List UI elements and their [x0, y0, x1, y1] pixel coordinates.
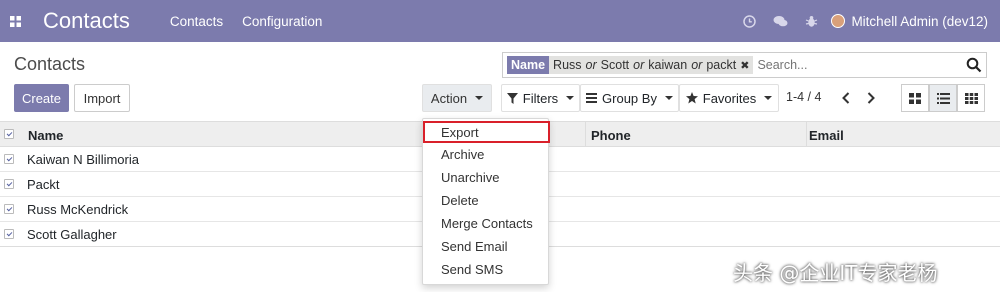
- facet-value: Scott: [600, 58, 630, 72]
- column-divider: [806, 122, 807, 147]
- action-button[interactable]: Action: [422, 84, 492, 112]
- select-all-checkbox[interactable]: [4, 129, 14, 139]
- row-name: Russ McKendrick: [27, 202, 129, 217]
- pager-value[interactable]: 1-4 / 4: [786, 90, 821, 104]
- column-header-name[interactable]: Name: [28, 128, 63, 143]
- chevron-left-icon: [842, 92, 850, 104]
- search-icon[interactable]: [966, 57, 982, 73]
- breadcrumb: Contacts: [14, 54, 86, 74]
- caret-down-icon: [664, 96, 673, 100]
- list-view-button[interactable]: [929, 84, 957, 112]
- star-icon: [685, 92, 698, 104]
- list-icon: [936, 92, 950, 104]
- row-name: Packt: [27, 177, 60, 192]
- menu-item-unarchive[interactable]: Unarchive: [423, 166, 550, 188]
- grid-view-button[interactable]: [957, 84, 985, 112]
- next-page-button[interactable]: [860, 84, 882, 112]
- facet-separator: or: [633, 58, 645, 72]
- menu-item-send-email[interactable]: Send Email: [423, 235, 550, 257]
- avatar: [831, 14, 846, 28]
- import-button[interactable]: Import: [74, 84, 130, 112]
- user-name: Mitchell Admin (dev12): [851, 13, 988, 29]
- search-bar[interactable]: Name Russ or Scott or kaiwan or packt ✖: [502, 52, 987, 78]
- menu-configuration[interactable]: Configuration: [242, 14, 322, 29]
- menu-item-delete[interactable]: Delete: [423, 189, 550, 211]
- row-checkbox[interactable]: [4, 229, 14, 239]
- groupby-button[interactable]: Group By: [580, 84, 679, 112]
- previous-page-button[interactable]: [835, 84, 857, 112]
- top-navbar: Contacts Contacts Configuration Mitchell…: [0, 0, 1000, 42]
- grid-icon: [9, 15, 21, 27]
- groupby-label: Group By: [602, 90, 657, 106]
- menu-item-merge-contacts[interactable]: Merge Contacts: [423, 212, 550, 234]
- kanban-view-button[interactable]: [901, 84, 929, 112]
- search-facet: Name Russ or Scott or kaiwan or packt ✖: [507, 56, 754, 74]
- column-divider: [585, 122, 586, 147]
- facet-separator: or: [585, 58, 597, 72]
- caret-down-icon: [764, 96, 773, 100]
- row-name: Scott Gallagher: [27, 227, 117, 242]
- row-checkbox[interactable]: [4, 204, 14, 214]
- column-header-phone[interactable]: Phone: [591, 128, 631, 143]
- facet-value: kaiwan: [648, 58, 688, 72]
- search-input[interactable]: [757, 58, 948, 72]
- row-checkbox[interactable]: [4, 179, 14, 189]
- create-button[interactable]: Create: [14, 84, 69, 112]
- bug-icon[interactable]: [796, 0, 827, 42]
- menu-contacts[interactable]: Contacts: [170, 14, 223, 29]
- filters-label: Filters: [522, 90, 559, 106]
- menu-item-send-sms[interactable]: Send SMS: [423, 258, 550, 280]
- column-header-email[interactable]: Email: [809, 128, 844, 143]
- bars-icon: [586, 93, 598, 103]
- app-title: Contacts: [43, 8, 130, 33]
- remove-facet-icon[interactable]: ✖: [740, 59, 749, 72]
- facet-separator: or: [691, 58, 703, 72]
- table-icon: [964, 92, 978, 104]
- filters-button[interactable]: Filters: [501, 84, 580, 112]
- caret-down-icon: [475, 96, 484, 100]
- user-menu[interactable]: Mitchell Admin (dev12): [831, 14, 988, 29]
- watermark-text: 头条 @企业IT专家老杨: [733, 261, 938, 285]
- chat-icon[interactable]: [765, 0, 796, 42]
- apps-menu-button[interactable]: [0, 0, 30, 42]
- facet-value: packt: [706, 58, 737, 72]
- facet-label: Name: [507, 56, 550, 74]
- facet-value: Russ: [553, 58, 582, 72]
- chevron-right-icon: [867, 92, 875, 104]
- row-name: Kaiwan N Billimoria: [27, 152, 139, 167]
- clock-icon[interactable]: [734, 0, 765, 42]
- caret-down-icon: [566, 96, 575, 100]
- highlight-box: [423, 121, 550, 143]
- action-label: Action: [430, 90, 468, 106]
- row-checkbox[interactable]: [4, 154, 14, 164]
- favorites-label: Favorites: [702, 90, 757, 106]
- filter-icon: [506, 92, 518, 104]
- menu-item-archive[interactable]: Archive: [423, 143, 550, 165]
- kanban-icon: [909, 92, 921, 104]
- favorites-button[interactable]: Favorites: [679, 84, 779, 112]
- facet-values: Russ or Scott or kaiwan or packt ✖: [549, 56, 754, 74]
- action-dropdown-menu: Export Archive Unarchive Delete Merge Co…: [422, 118, 550, 285]
